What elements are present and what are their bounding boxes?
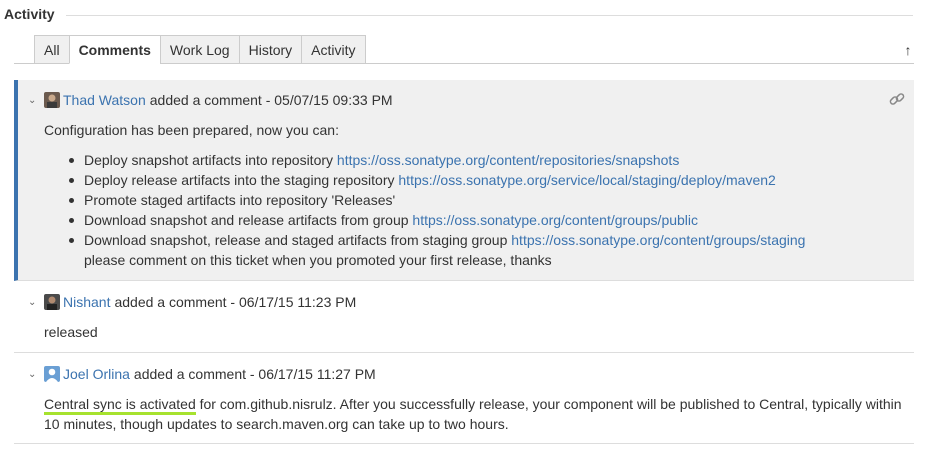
list-item: Download snapshot, release and staged ar… — [44, 230, 906, 270]
link-icon[interactable] — [888, 90, 906, 108]
chevron-down-icon[interactable]: ⌄ — [28, 95, 40, 106]
avatar[interactable] — [44, 294, 60, 310]
chevron-down-icon[interactable]: ⌄ — [28, 297, 40, 308]
avatar[interactable] — [44, 92, 60, 108]
tab-history[interactable]: History — [238, 35, 302, 64]
comment-meta: added a comment - 05/07/15 09:33 PM — [149, 92, 393, 108]
comment-list: Deploy snapshot artifacts into repositor… — [44, 150, 906, 270]
tab-all[interactable]: All — [34, 35, 69, 64]
chevron-down-icon[interactable]: ⌄ — [28, 369, 40, 380]
list-item-text: Download snapshot and release artifacts … — [84, 212, 409, 228]
avatar[interactable] — [44, 366, 60, 382]
section-divider — [66, 15, 913, 16]
section-title: Activity — [4, 6, 55, 22]
comment-header: ⌄ Joel Orlina added a comment - 06/17/15… — [28, 364, 376, 384]
list-item-note: please comment on this ticket when you p… — [84, 252, 552, 268]
arrow-up-icon[interactable]: ↑ — [900, 42, 916, 58]
list-item: Deploy release artifacts into the stagin… — [44, 170, 906, 190]
comment-header: ⌄ Nishant added a comment - 06/17/15 11:… — [28, 292, 356, 312]
comment-text: released — [44, 324, 98, 340]
comment-item: ⌄ Thad Watson added a comment - 05/07/15… — [14, 80, 914, 281]
comment-item: ⌄ Nishant added a comment - 06/17/15 11:… — [14, 282, 914, 353]
list-item-text: Deploy snapshot artifacts into repositor… — [84, 152, 334, 168]
comment-body: released — [44, 322, 906, 342]
list-item-text: Download snapshot, release and staged ar… — [84, 232, 508, 248]
list-item: Promote staged artifacts into repository… — [44, 190, 906, 210]
comment-body: Central sync is activated for com.github… — [44, 394, 906, 434]
tab-work-log[interactable]: Work Log — [159, 35, 239, 64]
tab-comments[interactable]: Comments — [68, 35, 160, 64]
comment-intro: Configuration has been prepared, now you… — [44, 122, 339, 138]
repository-link[interactable]: https://oss.sonatype.org/content/groups/… — [511, 232, 805, 248]
list-item-text: Deploy release artifacts into the stagin… — [84, 172, 395, 188]
highlighted-text: Central sync is activated — [44, 396, 196, 415]
list-item-text: Promote staged artifacts into repository… — [84, 192, 396, 208]
repository-link[interactable]: https://oss.sonatype.org/content/groups/… — [412, 212, 698, 228]
comment-body: Configuration has been prepared, now you… — [44, 120, 906, 270]
list-item: Download snapshot and release artifacts … — [44, 210, 906, 230]
comment-item: ⌄ Joel Orlina added a comment - 06/17/15… — [14, 354, 914, 444]
comment-author-link[interactable]: Joel Orlina — [63, 366, 130, 382]
activity-section-header: Activity — [0, 0, 928, 30]
comment-meta: added a comment - 06/17/15 11:23 PM — [114, 294, 357, 310]
tab-activity[interactable]: Activity — [301, 35, 366, 64]
activity-tabs: All Comments Work Log History Activity — [34, 35, 366, 64]
repository-link[interactable]: https://oss.sonatype.org/service/local/s… — [398, 172, 775, 188]
repository-link[interactable]: https://oss.sonatype.org/content/reposit… — [337, 152, 679, 168]
comment-text: Central sync is activated for com.github… — [44, 394, 906, 434]
list-item: Deploy snapshot artifacts into repositor… — [44, 150, 906, 170]
comment-meta: added a comment - 06/17/15 11:27 PM — [133, 366, 376, 382]
comment-header: ⌄ Thad Watson added a comment - 05/07/15… — [28, 90, 393, 110]
comment-author-link[interactable]: Nishant — [63, 294, 110, 310]
comment-author-link[interactable]: Thad Watson — [63, 92, 146, 108]
